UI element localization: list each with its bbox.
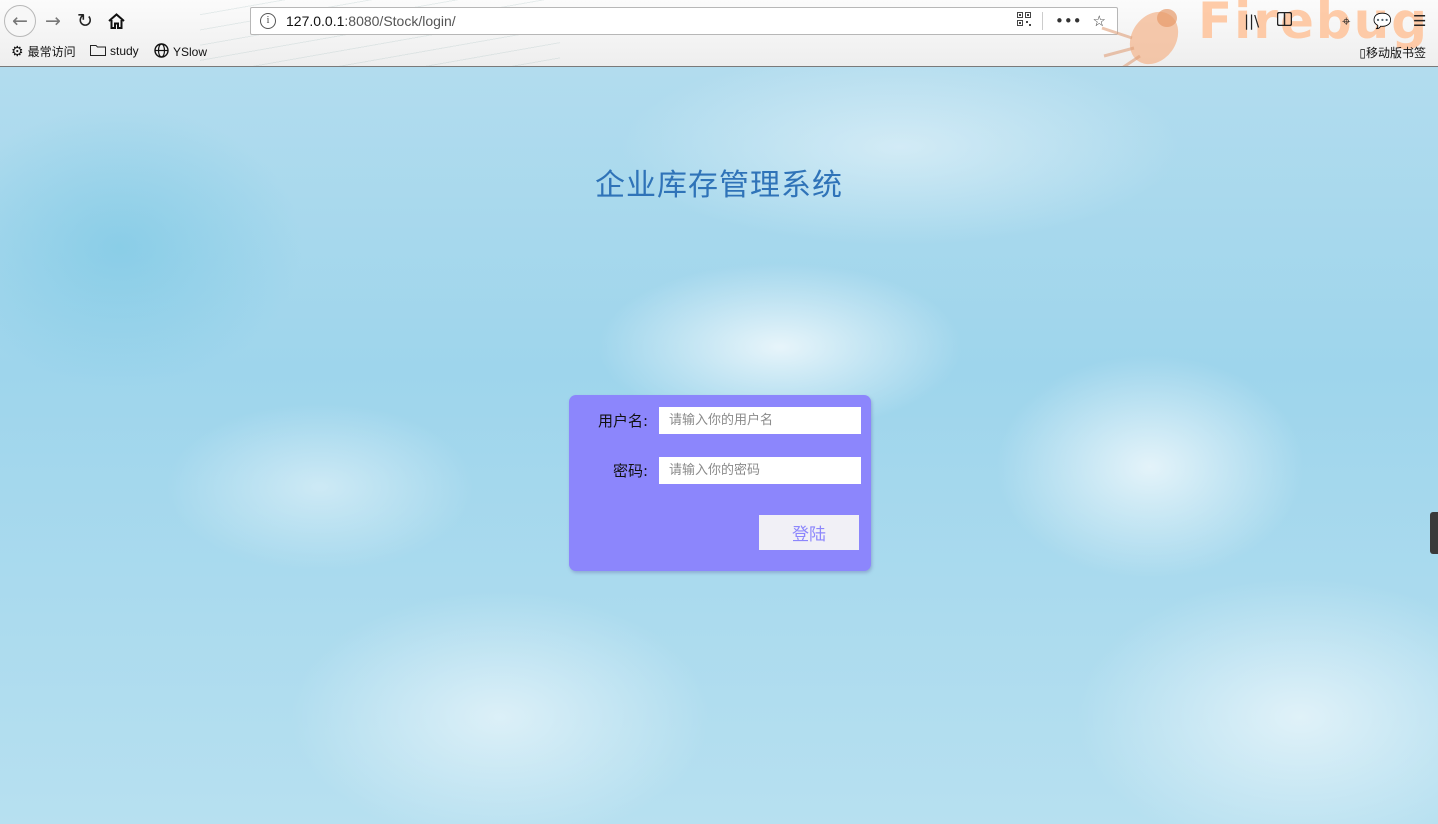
menu-icon[interactable]: ☰ <box>1413 12 1426 30</box>
side-panel-handle[interactable] <box>1430 512 1438 554</box>
back-button[interactable]: ← <box>4 5 36 37</box>
username-row: 用户名: <box>569 407 871 434</box>
qr-code-icon[interactable] <box>1017 12 1031 30</box>
url-text[interactable]: 127.0.0.1:8080/Stock/login/ <box>286 13 456 29</box>
phone-icon: ▯ <box>1359 46 1366 60</box>
bookmark-study[interactable]: study <box>90 43 139 59</box>
login-button[interactable]: 登陆 <box>759 515 859 550</box>
username-input[interactable] <box>659 407 861 434</box>
page-title: 企业库存管理系统 <box>595 168 843 203</box>
home-button[interactable] <box>101 6 131 36</box>
site-info-icon[interactable]: i <box>260 13 276 29</box>
bookmark-label: 最常访问 <box>27 45 76 59</box>
crop-icon[interactable]: ⌖ <box>1342 12 1350 30</box>
globe-icon <box>154 43 169 61</box>
reload-icon: ↻ <box>77 10 93 32</box>
reload-button[interactable]: ↻ <box>70 6 100 36</box>
password-row: 密码: <box>569 457 871 484</box>
bookmark-label: study <box>110 44 139 58</box>
home-icon <box>107 13 125 29</box>
bookmark-most-visited[interactable]: ⚙ 最常访问 <box>11 43 76 60</box>
forward-button[interactable]: → <box>38 6 68 36</box>
back-arrow-icon: ← <box>12 10 28 32</box>
sidebar-icon[interactable] <box>1276 11 1293 30</box>
url-path: :8080/Stock/login/ <box>344 13 456 29</box>
url-host: 127.0.0.1 <box>286 13 345 29</box>
username-label: 用户名: <box>597 412 648 430</box>
password-input[interactable] <box>659 457 861 484</box>
forward-arrow-icon: → <box>45 10 61 32</box>
login-form: 用户名: 密码: 登陆 <box>569 395 871 571</box>
chat-bubble-icon[interactable]: 💬 <box>1373 12 1392 30</box>
url-separator <box>1042 12 1043 30</box>
bookmark-label: YSlow <box>173 45 208 59</box>
bookmark-yslow[interactable]: YSlow <box>154 43 207 61</box>
library-icon[interactable]: ||\ <box>1244 12 1259 30</box>
mobile-bookmarks[interactable]: ▯移动版书签 <box>1359 44 1426 61</box>
mobile-bookmarks-label: 移动版书签 <box>1365 46 1426 60</box>
browser-chrome: ← → ↻ i 127.0.0.1:8080/Stock/login/ ••• … <box>0 0 1438 67</box>
bookmarks-toolbar: ⚙ 最常访问 study YSlow ▯移动版书签 <box>0 42 1438 62</box>
page-actions-icon[interactable]: ••• <box>1055 12 1082 30</box>
address-bar[interactable]: i 127.0.0.1:8080/Stock/login/ ••• ☆ <box>250 7 1118 35</box>
password-label: 密码: <box>612 462 648 480</box>
page-content: 企业库存管理系统 用户名: 密码: 登陆 <box>0 67 1438 824</box>
folder-icon <box>90 43 106 59</box>
gear-icon: ⚙ <box>11 43 24 59</box>
